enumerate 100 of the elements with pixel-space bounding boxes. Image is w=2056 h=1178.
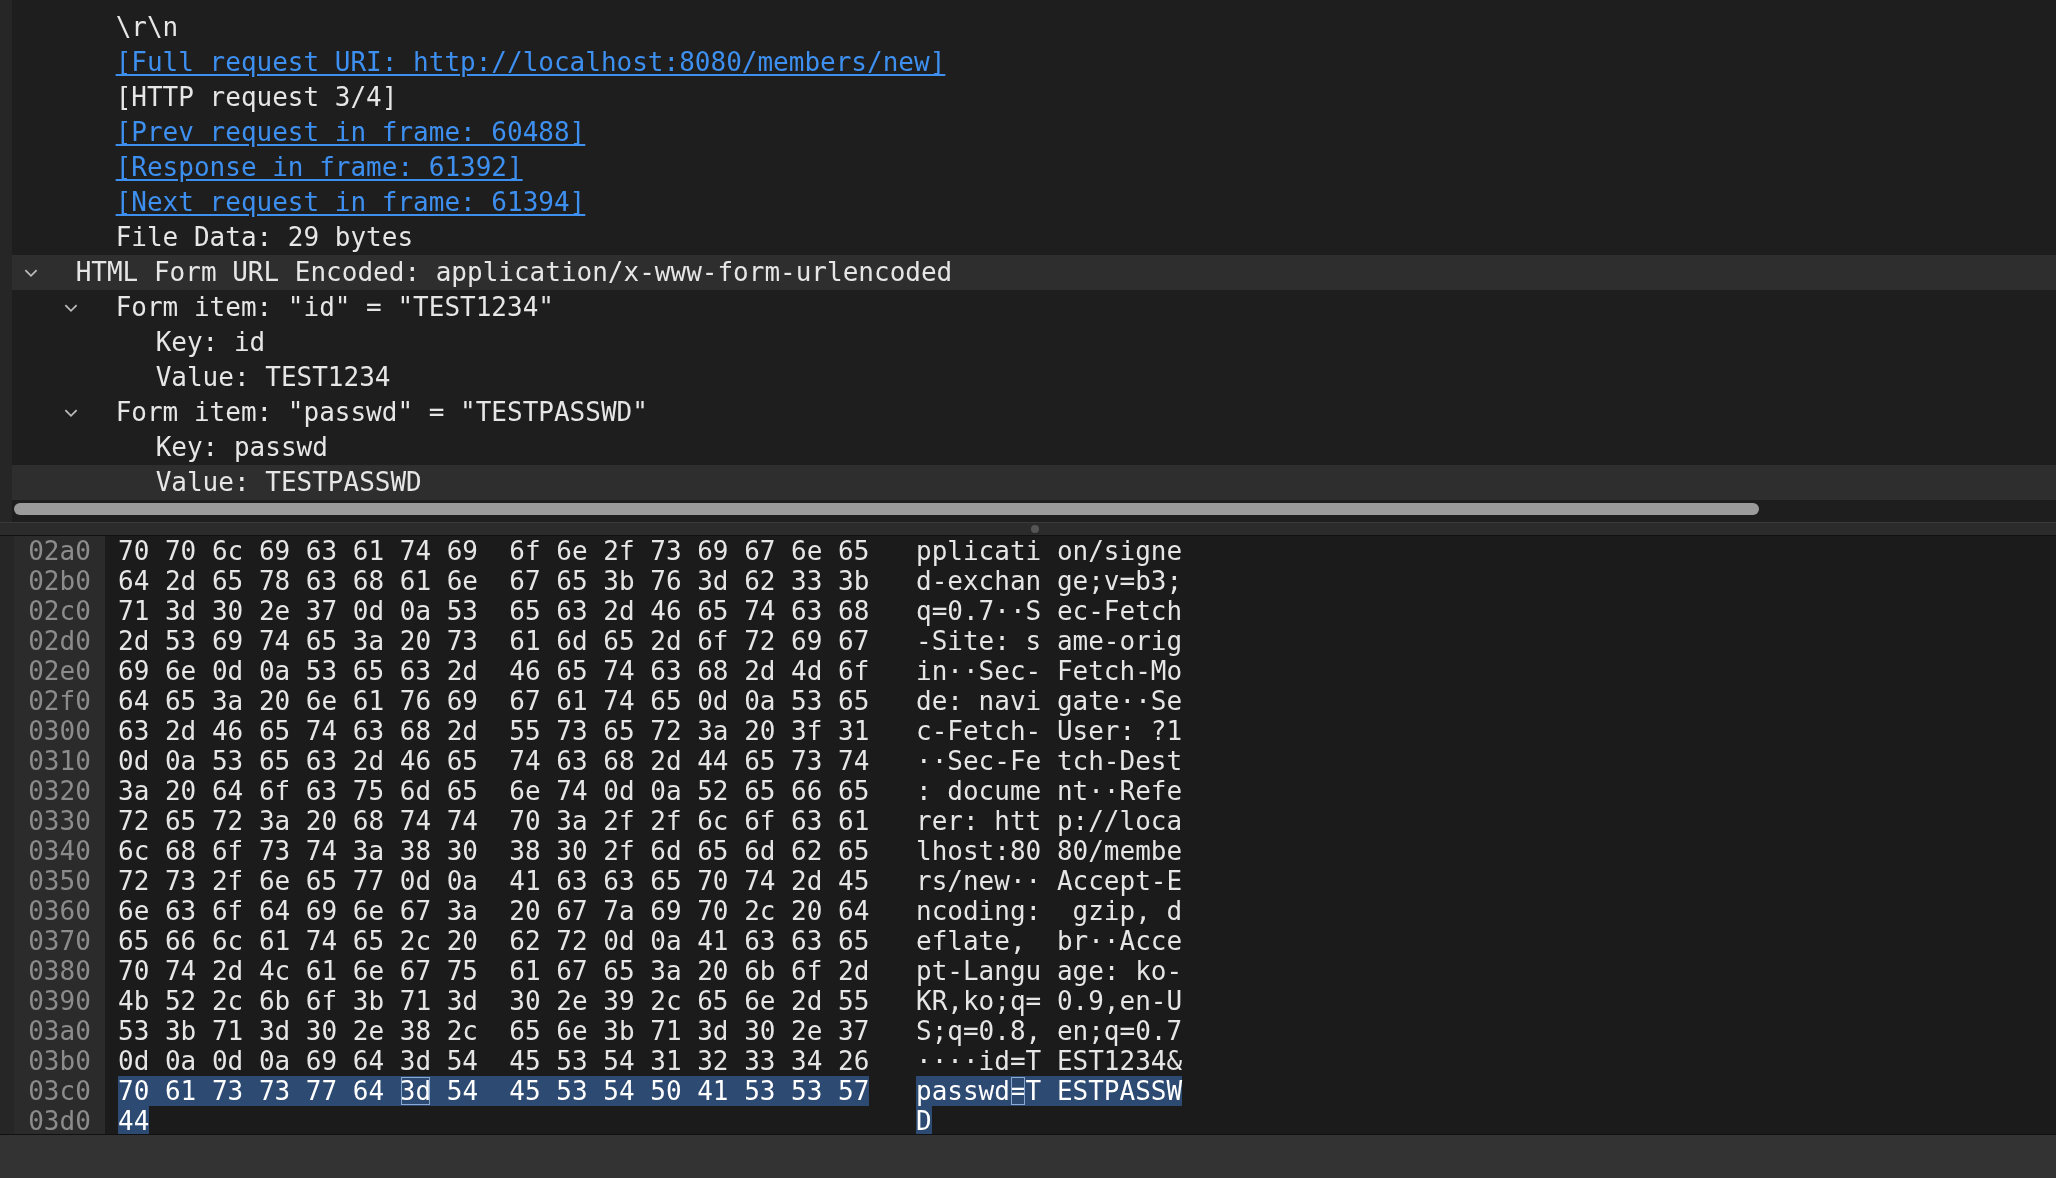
hex-bytes[interactable]: 6f 6e 2f 73 69 67 6e 65 — [509, 536, 870, 566]
ascii-text[interactable]: in··Sec- — [916, 656, 1057, 686]
link[interactable]: [Full request URI: http://localhost:8080/members/new] — [115, 47, 946, 77]
hex-bytes[interactable]: 54 — [431, 1076, 510, 1106]
hex-bytes[interactable]: 3a 20 64 6f 63 75 6d 65 — [118, 776, 510, 806]
tree-item[interactable]: Form item: "passwd" = "TESTPASSWD" — [12, 395, 2056, 430]
hex-bytes[interactable]: 55 73 65 72 3a 20 3f 31 — [509, 716, 870, 746]
hex-bytes[interactable]: 69 6e 0d 0a 53 65 63 2d — [118, 656, 510, 686]
hex-bytes[interactable]: 64 2d 65 78 63 68 61 6e — [118, 566, 510, 596]
ascii-text[interactable]: br··Acce — [1056, 926, 1183, 956]
hex-bytes[interactable]: 64 65 3a 20 6e 61 76 69 — [118, 686, 510, 716]
tree-item[interactable]: [Next request in frame: 61394] — [12, 185, 2056, 220]
tree-item[interactable]: Key: passwd — [12, 430, 2056, 465]
hex-bytes[interactable]: 67 65 3b 76 3d 62 33 3b — [509, 566, 870, 596]
ascii-text[interactable]: c-Fetch- — [916, 716, 1057, 746]
ascii-text[interactable]: S;q=0.8, — [916, 1016, 1057, 1046]
ascii-text[interactable]: ge;v=b3; — [1056, 566, 1183, 596]
hex-bytes[interactable]: 0d 0a 53 65 63 2d 46 65 — [118, 746, 510, 776]
tree-item[interactable]: Value: TESTPASSWD — [12, 465, 2056, 500]
hex-bytes[interactable]: 20 67 7a 69 70 2c 20 64 — [509, 896, 870, 926]
hex-bytes[interactable]: 38 30 2f 6d 65 6d 62 65 — [509, 836, 870, 866]
hex-bytes[interactable]: 72 65 72 3a 20 68 74 74 — [118, 806, 510, 836]
tree-item[interactable]: Key: id — [12, 325, 2056, 360]
hex-bytes[interactable]: 70 3a 2f 2f 6c 6f 63 61 — [509, 806, 870, 836]
ascii-text[interactable]: EST1234& — [1056, 1046, 1183, 1076]
hex-bytes[interactable]: 6e 63 6f 64 69 6e 67 3a — [118, 896, 510, 926]
ascii-text[interactable]: ame-orig — [1056, 626, 1183, 656]
ascii-text[interactable]: D — [916, 1106, 932, 1134]
hex-bytes[interactable]: 62 72 0d 0a 41 63 63 65 — [509, 926, 870, 956]
hex-bytes[interactable]: 30 2e 39 2c 65 6e 2d 55 — [509, 986, 870, 1016]
tree-item[interactable]: [HTTP request 3/4] — [12, 80, 2056, 115]
ascii-text[interactable]: eflate, — [916, 926, 1057, 956]
ascii-text[interactable]: 80/membe — [1056, 836, 1183, 866]
ascii-text[interactable]: on/signe — [1056, 536, 1183, 566]
hex-bytes[interactable]: 53 3b 71 3d 30 2e 38 2c — [118, 1016, 510, 1046]
hex-bytes[interactable]: 65 66 6c 61 74 65 2c 20 — [118, 926, 510, 956]
hex-bytes[interactable]: 2d 53 69 74 65 3a 20 73 — [118, 626, 510, 656]
hex-bytes[interactable]: 61 67 65 3a 20 6b 6f 2d — [509, 956, 870, 986]
ascii-text[interactable]: nt··Refe — [1056, 776, 1183, 806]
tree-item[interactable]: [Full request URI: http://localhost:8080/members/new] — [12, 45, 2056, 80]
hex-bytes[interactable]: 74 63 68 2d 44 65 73 74 — [509, 746, 870, 776]
hex-bytes[interactable]: 70 61 73 73 77 64 — [118, 1076, 400, 1106]
tree-item[interactable]: Form item: "id" = "TEST1234" — [12, 290, 2056, 325]
tree-item[interactable]: Value: TEST1234 — [12, 360, 2056, 395]
ascii-text[interactable]: ··Sec-Fe — [916, 746, 1057, 776]
hex-bytes[interactable]: 71 3d 30 2e 37 0d 0a 53 — [118, 596, 510, 626]
ascii-text[interactable]: pplicati — [916, 536, 1057, 566]
hex-bytes[interactable]: 70 74 2d 4c 61 6e 67 75 — [118, 956, 510, 986]
ascii-text[interactable]: 0.9,en-U — [1056, 986, 1183, 1016]
tree-item[interactable]: [Response in frame: 61392] — [12, 150, 2056, 185]
hex-bytes[interactable]: 45 53 54 50 41 53 53 57 — [509, 1076, 870, 1106]
hex-bytes[interactable]: 4b 52 2c 6b 6f 3b 71 3d — [118, 986, 510, 1016]
ascii-text[interactable]: ec-Fetch — [1056, 596, 1183, 626]
ascii-text[interactable]: T — [1025, 1076, 1057, 1106]
hex-bytes[interactable]: 0d 0a 0d 0a 69 64 3d 54 — [118, 1046, 510, 1076]
ascii-text[interactable]: Fetch-Mo — [1056, 656, 1183, 686]
ascii-text[interactable]: ····id=T — [916, 1046, 1057, 1076]
ascii-text[interactable]: en;q=0.7 — [1056, 1016, 1183, 1046]
ascii-text[interactable]: ESTPASSW — [1056, 1076, 1183, 1106]
ascii-text[interactable]: KR,ko;q= — [916, 986, 1057, 1016]
ascii-text[interactable]: Accept-E — [1056, 866, 1183, 896]
ascii-text[interactable]: gate··Se — [1056, 686, 1183, 716]
ascii-text[interactable]: tch-Dest — [1056, 746, 1183, 776]
tree-item[interactable]: [Prev request in frame: 60488] — [12, 115, 2056, 150]
hex-bytes[interactable]: 41 63 63 65 70 74 2d 45 — [509, 866, 870, 896]
splitter-handle[interactable] — [1031, 525, 1039, 533]
ascii-text[interactable]: p://loca — [1056, 806, 1183, 836]
ascii-text[interactable]: User: ?1 — [1056, 716, 1183, 746]
ascii-text[interactable]: pt-Langu — [916, 956, 1057, 986]
scrollbar[interactable] — [14, 503, 1759, 515]
link[interactable]: [Prev request in frame: 60488] — [115, 117, 586, 147]
hex-bytes[interactable]: 61 6d 65 2d 6f 72 69 67 — [509, 626, 870, 656]
link[interactable]: [Next request in frame: 61394] — [115, 187, 586, 217]
hex-bytes[interactable]: 6c 68 6f 73 74 3a 38 30 — [118, 836, 510, 866]
ascii-text[interactable]: : docume — [916, 776, 1057, 806]
hex-bytes[interactable]: 63 2d 46 65 74 63 68 2d — [118, 716, 510, 746]
cursor-byte[interactable]: 3d — [399, 1076, 432, 1106]
ascii-text[interactable]: de: navi — [916, 686, 1057, 716]
ascii-text[interactable]: rer: htt — [916, 806, 1057, 836]
ascii-text[interactable]: age: ko- — [1056, 956, 1183, 986]
link[interactable]: [Response in frame: 61392] — [115, 152, 523, 182]
tree-item[interactable]: HTML Form URL Encoded: application/x-www-form-urlencoded — [12, 255, 2056, 290]
ascii-text[interactable]: lhost:80 — [916, 836, 1057, 866]
hex-bytes[interactable]: 72 73 2f 6e 65 77 0d 0a — [118, 866, 510, 896]
hex-bytes[interactable]: 70 70 6c 69 63 61 74 69 — [118, 536, 510, 566]
ascii-text[interactable]: rs/new·· — [916, 866, 1057, 896]
tree-item[interactable]: \r\n — [12, 10, 2056, 45]
hex-bytes[interactable]: 45 53 54 31 32 33 34 26 — [509, 1046, 870, 1076]
hex-bytes[interactable]: 46 65 74 63 68 2d 4d 6f — [509, 656, 870, 686]
ascii-text[interactable]: passwd — [916, 1076, 1010, 1106]
ascii-text[interactable]: q=0.7··S — [916, 596, 1057, 626]
hex-bytes[interactable]: 65 6e 3b 71 3d 30 2e 37 — [509, 1016, 870, 1046]
hex-bytes[interactable]: 44 — [118, 1106, 150, 1134]
ascii-text[interactable]: -Site: s — [916, 626, 1057, 656]
ascii-text[interactable]: ncoding: — [916, 896, 1057, 926]
tree-item[interactable]: File Data: 29 bytes — [12, 220, 2056, 255]
hex-bytes[interactable]: 6e 74 0d 0a 52 65 66 65 — [509, 776, 870, 806]
ascii-text[interactable]: d-exchan — [916, 566, 1057, 596]
ascii-text[interactable]: gzip, d — [1056, 896, 1183, 926]
hex-bytes[interactable]: 67 61 74 65 0d 0a 53 65 — [509, 686, 870, 716]
